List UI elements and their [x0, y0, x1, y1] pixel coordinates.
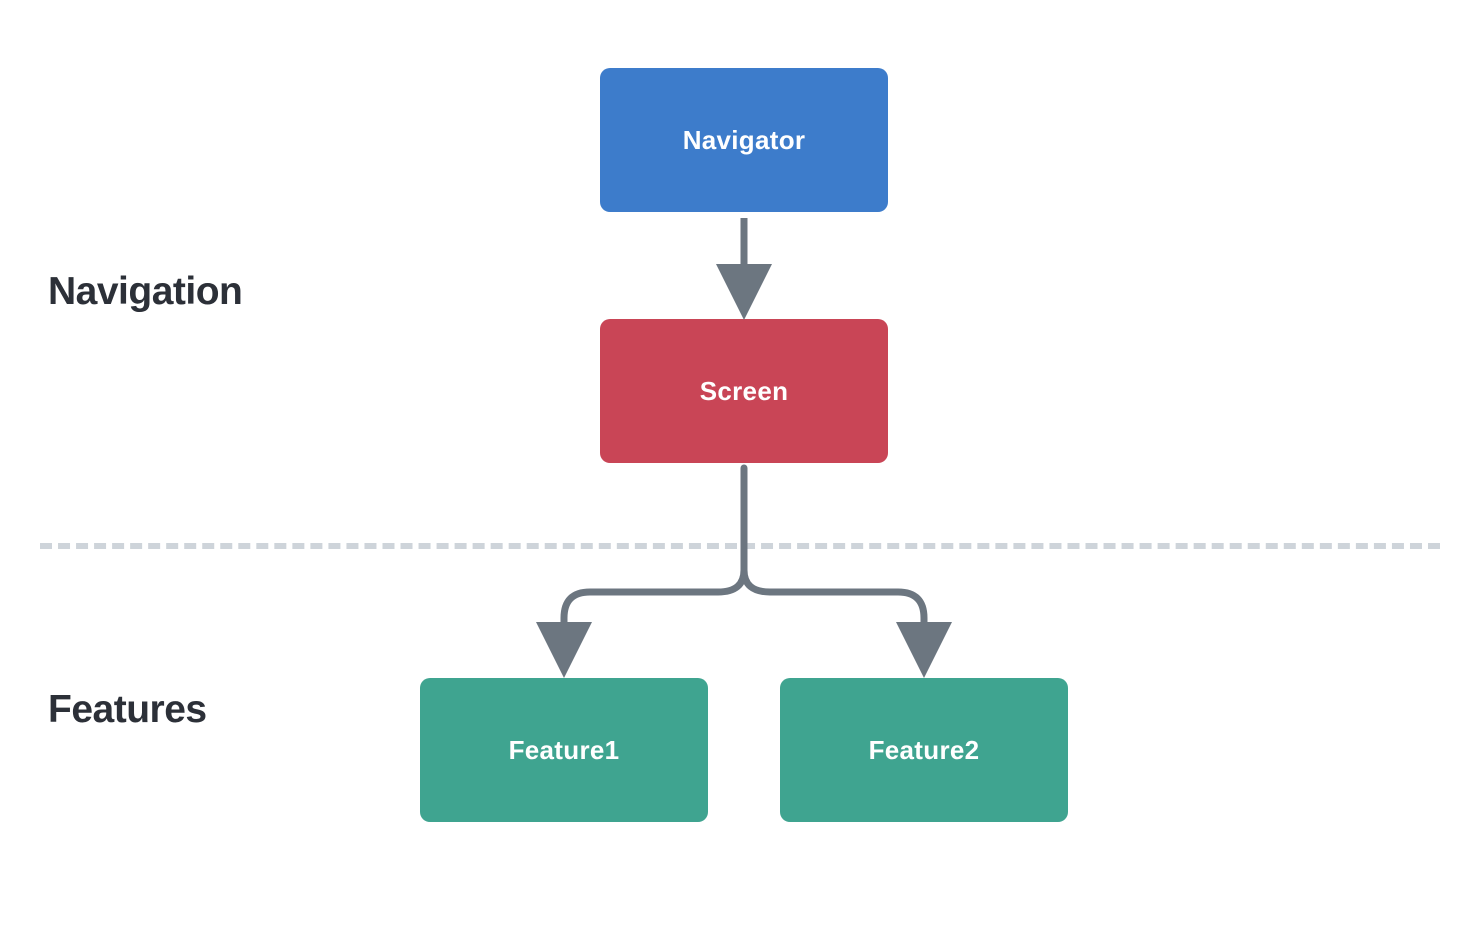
section-label-features: Features — [48, 688, 207, 732]
section-divider — [40, 543, 1440, 549]
node-navigator-label: Navigator — [683, 125, 806, 156]
edge-screen-feature1 — [564, 570, 744, 664]
node-screen: Screen — [600, 319, 888, 463]
node-feature1: Feature1 — [420, 678, 708, 822]
node-screen-label: Screen — [700, 376, 789, 407]
section-label-navigation: Navigation — [48, 270, 242, 314]
node-feature2: Feature2 — [780, 678, 1068, 822]
edge-screen-feature2 — [744, 570, 924, 664]
node-navigator: Navigator — [600, 68, 888, 212]
node-feature1-label: Feature1 — [509, 735, 620, 766]
node-feature2-label: Feature2 — [869, 735, 980, 766]
